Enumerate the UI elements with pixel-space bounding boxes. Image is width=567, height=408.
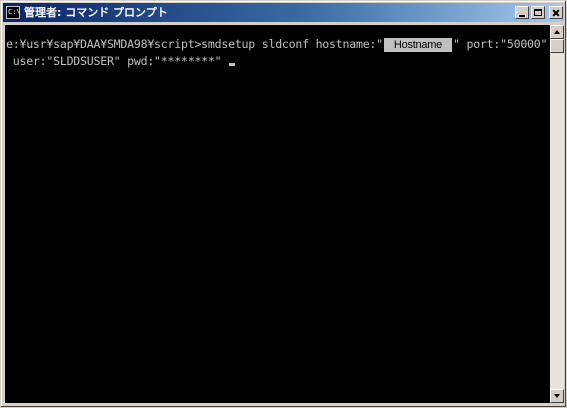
- minimize-icon[interactable]: [515, 6, 529, 19]
- close-icon[interactable]: [549, 6, 563, 19]
- scroll-down-icon[interactable]: [550, 389, 564, 403]
- command-line-2: user:"SLDDSUSER" pwd:"********": [6, 54, 222, 68]
- hostname-redaction-box: Hostname: [383, 38, 453, 52]
- maximize-icon[interactable]: [531, 6, 545, 19]
- text-cursor: [229, 63, 235, 66]
- console-output[interactable]: e:¥usr¥sap¥DAA¥SMDA98¥script>smdsetup sl…: [5, 25, 550, 403]
- window-title: 管理者: コマンド プロンプト: [24, 6, 168, 19]
- command-prefix: e:¥usr¥sap¥DAA¥SMDA98¥script>smdsetup sl…: [6, 37, 383, 51]
- command-line-1: e:¥usr¥sap¥DAA¥SMDA98¥script>smdsetup sl…: [6, 37, 548, 52]
- command-suffix: " port:"50000": [453, 37, 548, 51]
- icon-label: C:\: [8, 8, 21, 16]
- command-prompt-icon[interactable]: C:\: [6, 6, 21, 19]
- vertical-scrollbar[interactable]: [550, 25, 564, 403]
- scroll-thumb[interactable]: [550, 39, 564, 53]
- scroll-up-icon[interactable]: [550, 25, 564, 39]
- title-bar[interactable]: C:\ 管理者: コマンド プロンプト: [3, 3, 564, 22]
- command-prompt-window: C:\ 管理者: コマンド プロンプト e:¥usr¥sap¥DAA¥SMDA9…: [0, 0, 567, 408]
